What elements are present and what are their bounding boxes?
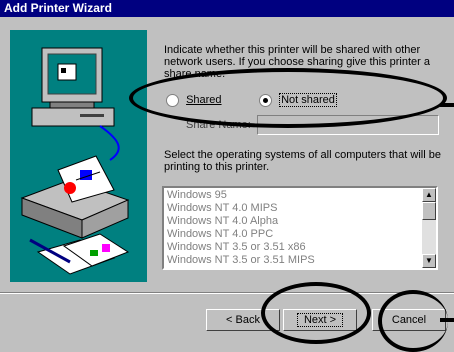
os-prompt-line: Select the operating systems of all comp… xyxy=(164,149,441,161)
radio-not-shared-circle[interactable] xyxy=(259,94,272,107)
intro-line: share name. xyxy=(164,68,226,80)
annotation-line xyxy=(440,318,454,322)
list-item[interactable]: Windows NT 3.5 or 3.51 x86 xyxy=(167,241,306,253)
radio-shared-circle[interactable] xyxy=(166,94,179,107)
share-name-label: Share Name: xyxy=(186,119,251,131)
wizard-illustration xyxy=(10,30,147,282)
radio-not-shared[interactable]: Not shared xyxy=(259,93,337,108)
back-button[interactable]: < Back xyxy=(206,309,280,331)
window-title: Add Printer Wizard xyxy=(4,1,112,15)
vertical-scrollbar[interactable]: ▲ ▼ xyxy=(422,188,436,268)
list-item[interactable]: Windows NT 4.0 PPC xyxy=(167,228,273,240)
share-name-input[interactable] xyxy=(257,115,439,135)
list-item[interactable]: Windows NT 4.0 MIPS xyxy=(167,202,277,214)
os-prompt-line: printing to this printer. xyxy=(164,161,270,173)
intro-line: Indicate whether this printer will be sh… xyxy=(164,44,421,56)
next-button[interactable]: Next > xyxy=(283,309,357,331)
cancel-button[interactable]: Cancel xyxy=(372,309,446,331)
os-prompt-text: Select the operating systems of all comp… xyxy=(164,149,441,173)
annotation-line xyxy=(440,103,454,107)
scroll-up-icon[interactable]: ▲ xyxy=(422,188,436,202)
title-bar: Add Printer Wizard xyxy=(0,0,454,17)
separator xyxy=(0,292,454,294)
scroll-thumb[interactable] xyxy=(422,202,436,220)
next-button-label[interactable]: Next > xyxy=(296,313,344,327)
list-item[interactable]: Windows 95 xyxy=(167,189,227,201)
radio-shared-label[interactable]: Shared xyxy=(186,94,221,106)
scroll-down-icon[interactable]: ▼ xyxy=(422,254,436,268)
radio-not-shared-label[interactable]: Not shared xyxy=(279,93,337,108)
printer-computer-illustration xyxy=(20,47,130,275)
radio-shared[interactable]: Shared xyxy=(166,94,222,107)
intro-text: Indicate whether this printer will be sh… xyxy=(164,44,430,80)
os-listbox[interactable]: Windows 95 Windows NT 4.0 MIPS Windows N… xyxy=(162,186,438,270)
intro-line: network users. If you choose sharing giv… xyxy=(164,56,430,68)
list-item[interactable]: Windows NT 4.0 Alpha xyxy=(167,215,278,227)
list-item[interactable]: Windows NT 3.5 or 3.51 MIPS xyxy=(167,254,315,266)
